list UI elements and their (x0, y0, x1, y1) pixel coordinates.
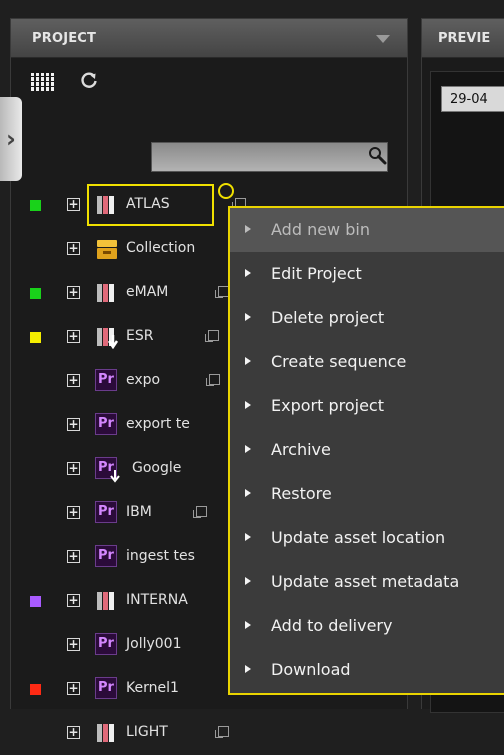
selection-highlight (87, 184, 214, 226)
expand-plus-icon[interactable]: + (67, 550, 80, 563)
menu-item-label: Archive (271, 440, 331, 459)
preview-panel-header[interactable]: PREVIE (422, 19, 504, 58)
tree-item-label: LIGHT (126, 724, 168, 740)
menu-item-label: Update asset location (271, 528, 446, 547)
triangle-right-icon (245, 269, 251, 277)
context-menu-item[interactable]: Export project (230, 384, 504, 428)
tree-item-label: export te (126, 416, 190, 432)
triangle-right-icon (245, 489, 251, 497)
expand-plus-icon[interactable]: + (67, 682, 80, 695)
tree-item-label: IBM (126, 504, 152, 520)
context-menu-item[interactable]: Update asset metadata (230, 560, 504, 604)
color-tag (30, 596, 41, 607)
tree-item-label: ingest tes (126, 548, 195, 564)
expand-plus-icon[interactable]: + (67, 726, 80, 739)
date-field[interactable]: 29-04 (441, 86, 504, 112)
expand-plus-icon[interactable]: + (67, 594, 80, 607)
context-menu-item[interactable]: Archive (230, 428, 504, 472)
open-external-icon[interactable] (193, 506, 207, 518)
context-menu-item[interactable]: Update asset location (230, 516, 504, 560)
triangle-right-icon (245, 577, 251, 585)
premiere-icon: Pr (95, 633, 119, 657)
panel-title: PROJECT (32, 31, 97, 46)
premiere-icon: Pr (95, 501, 119, 525)
context-menu-item[interactable]: Add to delivery (230, 604, 504, 648)
expand-plus-icon[interactable]: + (67, 462, 80, 475)
tree-item-label: Collection (126, 240, 196, 256)
open-external-icon[interactable] (215, 726, 229, 738)
search-icon[interactable] (367, 145, 387, 167)
color-tag (30, 684, 41, 695)
triangle-right-icon (245, 357, 251, 365)
bin-folder-icon (95, 589, 119, 613)
premiere-icon: Pr (95, 413, 119, 437)
triangle-right-icon (245, 225, 251, 233)
triangle-right-icon (245, 313, 251, 321)
menu-item-label: Add to delivery (271, 616, 393, 635)
premiere-icon: Pr (95, 545, 119, 569)
bin-download-icon (95, 325, 119, 350)
context-menu: Add new bin Edit Project Delete project Cre… (228, 206, 504, 695)
panel-title: PREVIE (438, 31, 491, 46)
premiere-download-icon: Pr (95, 457, 120, 483)
triangle-right-icon (245, 401, 251, 409)
expand-plus-icon[interactable]: + (67, 638, 80, 651)
menu-item-label: Update asset metadata (271, 572, 460, 591)
open-external-icon[interactable] (206, 374, 220, 386)
tree-item-label: Jolly001 (126, 636, 182, 652)
menu-item-label: Add new bin (271, 220, 370, 239)
color-tag (30, 288, 41, 299)
menu-item-label: Download (271, 660, 351, 679)
bin-folder-icon (95, 721, 119, 745)
triangle-right-icon (245, 533, 251, 541)
search-input[interactable] (151, 142, 388, 172)
grid-view-icon[interactable] (31, 73, 55, 91)
tree-item-label: Google (132, 460, 182, 476)
tree-item-label: eMAM (126, 284, 169, 300)
context-menu-item[interactable]: Restore (230, 472, 504, 516)
bin-folder-icon (95, 281, 119, 305)
color-tag (30, 200, 41, 211)
expand-plus-icon[interactable]: + (67, 286, 80, 299)
tree-item-label: ESR (126, 328, 154, 344)
chevron-down-icon[interactable] (376, 35, 390, 43)
tree-item-label: Kernel1 (126, 680, 179, 696)
expand-plus-icon[interactable]: + (67, 506, 80, 519)
chevron-right-icon[interactable]: › (0, 97, 22, 181)
collection-drawer-icon (95, 237, 119, 261)
expand-plus-icon[interactable]: + (67, 374, 80, 387)
project-panel-header[interactable]: PROJECT (11, 19, 407, 58)
context-menu-item[interactable]: Add new bin (230, 208, 504, 252)
triangle-right-icon (245, 621, 251, 629)
expand-plus-icon[interactable]: + (67, 242, 80, 255)
tree-row[interactable]: + LIGHT (0, 711, 402, 755)
cursor-icon (218, 183, 234, 199)
color-tag (30, 332, 41, 343)
expand-plus-icon[interactable]: + (67, 418, 80, 431)
menu-item-label: Restore (271, 484, 332, 503)
tree-item-label: INTERNA (126, 592, 188, 608)
menu-item-label: Export project (271, 396, 384, 415)
triangle-right-icon (245, 445, 251, 453)
premiere-icon: Pr (95, 369, 119, 393)
expand-plus-icon[interactable]: + (67, 198, 80, 211)
menu-item-label: Create sequence (271, 352, 407, 371)
tree-item-label: expo (126, 372, 161, 388)
expand-plus-icon[interactable]: + (67, 330, 80, 343)
menu-item-label: Delete project (271, 308, 385, 327)
context-menu-item[interactable]: Delete project (230, 296, 504, 340)
triangle-right-icon (245, 665, 251, 673)
context-menu-item[interactable]: Download (230, 648, 504, 692)
context-menu-item[interactable]: Edit Project (230, 252, 504, 296)
premiere-icon: Pr (95, 677, 119, 701)
menu-item-label: Edit Project (271, 264, 362, 283)
refresh-icon[interactable] (80, 71, 98, 93)
context-menu-item[interactable]: Create sequence (230, 340, 504, 384)
open-external-icon[interactable] (205, 330, 219, 342)
